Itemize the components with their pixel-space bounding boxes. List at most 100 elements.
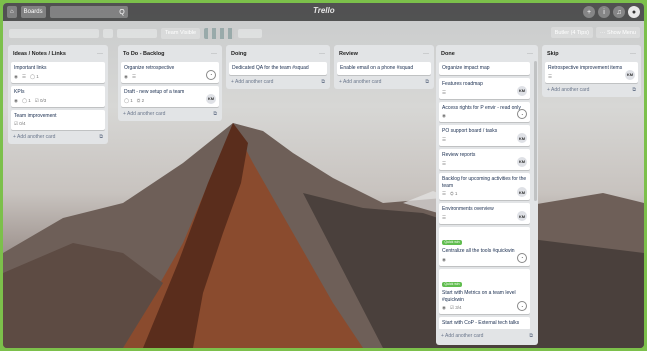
card-title: Centralize all the tools #quickwin xyxy=(442,248,515,254)
list-title[interactable]: Review xyxy=(339,51,358,57)
list-0[interactable]: Ideas / Notes / Links ··· Important links ◉… xyxy=(8,45,108,145)
list-scrollbar[interactable] xyxy=(534,61,537,201)
visibility-label: Team Visible xyxy=(165,30,197,36)
board-header-right: Butler (4 Tips) ··· Show Menu xyxy=(550,27,640,38)
add-card-button[interactable]: + Add another card ⧉ xyxy=(337,75,431,86)
member-avatar[interactable]: KM xyxy=(625,69,635,80)
list-menu-icon[interactable]: ··· xyxy=(527,51,533,57)
visibility-button[interactable]: Team Visible xyxy=(161,27,201,39)
card[interactable]: Draft - new setup of a team ◯ 1 ⛭ 2 KM xyxy=(121,85,219,107)
add-card-button[interactable]: + Add another card ⧉ xyxy=(121,107,219,118)
member-avatar[interactable]: KM xyxy=(206,93,216,104)
card-title: Dedicated QA for the team #squad xyxy=(232,65,309,71)
add-card-label: + Add another card xyxy=(441,333,484,339)
invite-button[interactable] xyxy=(238,28,263,38)
card-title: Features roadmap xyxy=(442,80,483,87)
badge-icon: ◯ 1 xyxy=(21,97,31,103)
add-card-label: + Add another card xyxy=(123,110,166,117)
card[interactable]: Review reports ☰ KM xyxy=(439,149,530,170)
card-title: Organize retrospective xyxy=(124,65,175,71)
card[interactable]: Backlog for upcoming activities for the … xyxy=(439,172,530,201)
list-title[interactable]: Skip xyxy=(547,51,559,57)
app-logo[interactable]: Trello xyxy=(313,6,335,15)
template-icon[interactable]: ⧉ xyxy=(425,79,429,85)
card-title: Backlog for upcoming activities for the … xyxy=(442,175,527,189)
card[interactable]: Dedicated QA for the team #squad xyxy=(229,62,327,75)
member-avatar[interactable]: KM xyxy=(517,85,527,96)
show-menu-button[interactable]: ··· Show Menu xyxy=(595,27,640,38)
member-avatar[interactable]: KM xyxy=(517,156,527,167)
card-badges: ◉ ☑ 3/4 xyxy=(442,305,527,311)
list-menu-icon[interactable]: ··· xyxy=(97,51,103,57)
card-title: PO support board / tasks xyxy=(442,128,498,135)
list-cards: Dedicated QA for the team #squad xyxy=(229,62,327,75)
create-button[interactable]: + xyxy=(583,6,595,18)
card[interactable]: Access rights for P envir - read only ◉ ◔ xyxy=(439,101,530,123)
card[interactable]: Enable email on a phone #squad xyxy=(337,62,431,75)
list-3[interactable]: Review ··· Enable email on a phone #squad +… xyxy=(334,45,434,89)
card[interactable]: Organize impact map xyxy=(439,62,530,75)
card[interactable]: Environments overview ☰ KM xyxy=(439,203,530,224)
template-icon[interactable]: ⧉ xyxy=(321,79,325,85)
list-header: Skip ··· xyxy=(545,48,638,59)
butler-button[interactable]: Butler (4 Tips) xyxy=(550,27,593,38)
notifications-icon[interactable]: ♫ xyxy=(613,6,625,18)
list-menu-icon[interactable]: ··· xyxy=(211,51,217,57)
list-2[interactable]: Doing ··· Dedicated QA for the team #squad… xyxy=(226,45,330,89)
list-menu-icon[interactable]: ··· xyxy=(630,51,636,57)
info-icon[interactable]: i xyxy=(598,6,610,18)
team-name-redacted[interactable] xyxy=(117,28,157,38)
list-title[interactable]: Ideas / Notes / Links xyxy=(13,51,66,57)
list-header: Ideas / Notes / Links ··· xyxy=(11,48,105,59)
card-badges: ◉ ◯ 1 ☑ 0/3 xyxy=(14,98,102,104)
card[interactable]: Features roadmap ☰ KM xyxy=(439,77,530,99)
badge-icon: ☰ xyxy=(21,73,26,79)
badge-icon: ☑ 3/4 xyxy=(449,305,462,311)
add-card-button[interactable]: + Add another card ⧉ xyxy=(439,329,535,340)
list-4[interactable]: Done ··· Organize impact map Features roadm… xyxy=(436,45,538,345)
member-avatars[interactable] xyxy=(204,27,235,39)
card[interactable]: PO support board / tasks ☰ KM xyxy=(439,125,530,146)
member-avatar[interactable]: ◔ xyxy=(517,252,527,263)
add-card-button[interactable]: + Add another card ⧉ xyxy=(11,130,105,141)
card[interactable]: KPIs ◉ ◯ 1 ☑ 0/3 xyxy=(11,85,105,107)
search-input[interactable]: Q xyxy=(49,6,128,18)
board-name-redacted[interactable] xyxy=(9,28,99,38)
card[interactable]: Important links ◉ ☰ ◯ 1 xyxy=(11,62,105,83)
list-header: Review ··· xyxy=(337,48,431,59)
card-badges: ◯ 1 ⛭ 2 xyxy=(124,98,216,104)
search-icon: Q xyxy=(119,8,125,16)
list-title[interactable]: Doing xyxy=(231,51,247,57)
user-avatar[interactable]: ● xyxy=(628,6,640,18)
badge-icon: ◉ xyxy=(14,97,18,103)
list-menu-icon[interactable]: ··· xyxy=(319,51,325,57)
template-icon[interactable]: ⧉ xyxy=(529,333,533,339)
template-icon[interactable]: ⧉ xyxy=(632,87,636,93)
member-avatar[interactable]: ◔ xyxy=(206,69,216,80)
list-1[interactable]: To Do - Backlog ··· Organize retrospective… xyxy=(118,45,222,121)
card[interactable]: Start with CoP - External tech talks xyxy=(439,317,530,329)
card-badges: ◉ ☰ ◯ 1 xyxy=(14,74,102,80)
card[interactable]: Team improvement ☑ 0/4 xyxy=(11,109,105,131)
card[interactable]: Retrospective improvement items ☰ KM xyxy=(545,62,638,83)
template-icon[interactable]: ⧉ xyxy=(99,134,103,140)
member-avatar[interactable]: KM xyxy=(517,211,527,221)
card[interactable]: Organize retrospective ◉ ☰ ◔ xyxy=(121,62,219,83)
list-5[interactable]: Skip ··· Retrospective improvement items ☰ K… xyxy=(542,45,641,97)
list-title[interactable]: Done xyxy=(441,51,455,57)
card-title: Start with CoP - External tech talks xyxy=(442,320,520,327)
star-button[interactable] xyxy=(103,28,113,38)
card[interactable]: Quick win Start with Metrics on a team le… xyxy=(439,268,530,315)
home-button[interactable]: ⌂ xyxy=(7,6,17,18)
add-card-label: + Add another card xyxy=(547,86,590,93)
member-avatar[interactable]: KM xyxy=(517,133,527,143)
card[interactable]: Quick win Centralize all the tools #quick… xyxy=(439,227,530,266)
boards-button[interactable]: Boards xyxy=(20,6,46,18)
add-card-label: + Add another card xyxy=(231,78,274,85)
list-title[interactable]: To Do - Backlog xyxy=(123,51,164,57)
add-card-button[interactable]: + Add another card ⧉ xyxy=(545,83,638,94)
add-card-button[interactable]: + Add another card ⧉ xyxy=(229,75,327,86)
list-menu-icon[interactable]: ··· xyxy=(423,51,429,57)
template-icon[interactable]: ⧉ xyxy=(213,111,217,117)
list-cards: Important links ◉ ☰ ◯ 1 KPIs ◉ ◯ 1 ☑ 0/3 Team im… xyxy=(11,62,105,131)
